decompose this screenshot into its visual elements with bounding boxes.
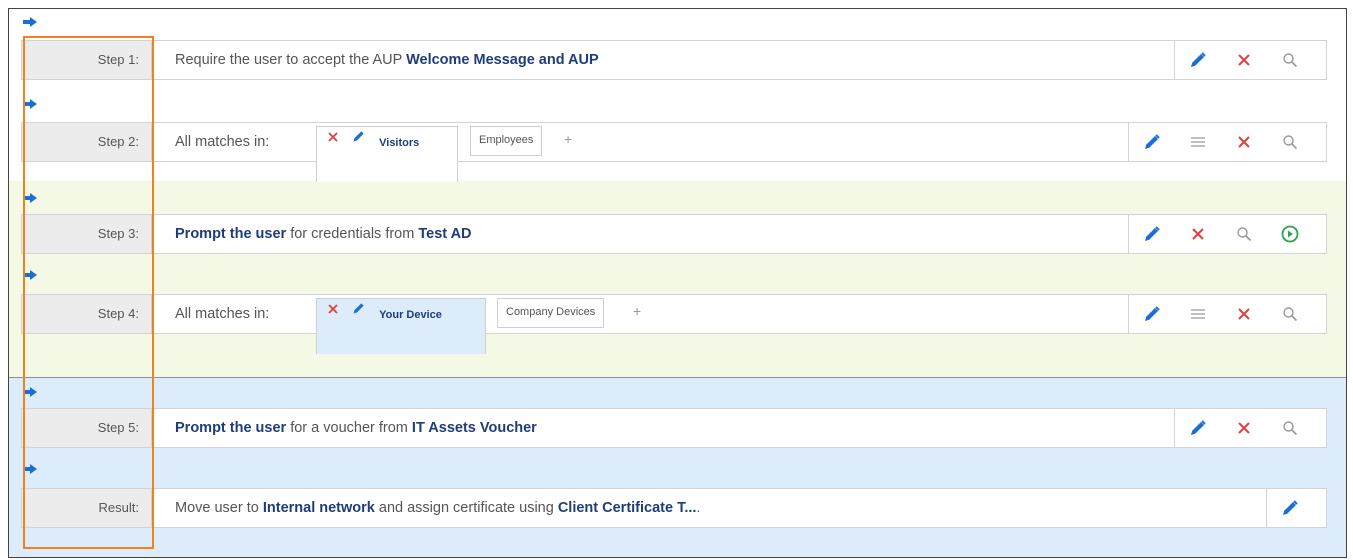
- reorder-icon[interactable]: [1175, 123, 1221, 161]
- edit-icon[interactable]: [352, 127, 366, 153]
- edit-icon[interactable]: [1129, 215, 1175, 253]
- add-tab-button[interactable]: +: [564, 126, 572, 152]
- edit-icon[interactable]: [1175, 409, 1221, 447]
- workflow-editor: Step 1: Require the user to accept the A…: [8, 8, 1347, 558]
- result-text: and assign certificate using: [378, 500, 554, 516]
- edit-icon[interactable]: [352, 299, 366, 325]
- tab-label: Company Devices: [506, 306, 596, 318]
- step-label: Step 2:: [22, 123, 152, 161]
- green-zone: [9, 181, 1346, 378]
- tab-label: Employees: [479, 134, 534, 146]
- delete-icon[interactable]: [1221, 295, 1267, 333]
- delete-icon[interactable]: [1221, 123, 1267, 161]
- insert-arrow-icon[interactable]: [23, 99, 37, 109]
- step-label: Step 5:: [22, 409, 152, 447]
- step-actions: [1128, 123, 1313, 161]
- step-description: Require the user to accept the AUP Welco…: [175, 41, 599, 79]
- step-actions: [1128, 295, 1313, 333]
- tab-your-device[interactable]: Your Device: [316, 298, 486, 354]
- prompt-text: Prompt the user: [175, 420, 287, 436]
- result-text: Move user to: [175, 500, 259, 516]
- reorder-icon[interactable]: [1175, 295, 1221, 333]
- play-circle-icon[interactable]: [1267, 215, 1313, 253]
- step-text: Require the user to accept the AUP: [175, 52, 403, 68]
- tab-label: Your Device: [379, 309, 442, 322]
- add-tab-button[interactable]: +: [633, 298, 641, 324]
- search-icon[interactable]: [1267, 409, 1313, 447]
- delete-icon[interactable]: [1221, 409, 1267, 447]
- edit-icon[interactable]: [1267, 489, 1313, 527]
- insert-arrow-icon[interactable]: [23, 387, 37, 397]
- delete-icon[interactable]: [327, 127, 339, 153]
- step-actions: [1174, 409, 1313, 447]
- step-text: All matches in:: [175, 134, 270, 150]
- tab-employees[interactable]: Employees: [470, 126, 543, 156]
- delete-icon[interactable]: [1175, 215, 1221, 253]
- result-label: Result:: [22, 489, 152, 527]
- step-label: Step 4:: [22, 295, 152, 333]
- result-description: Move user to Internal network and assign…: [175, 489, 700, 527]
- aup-link[interactable]: Welcome Message and AUP: [406, 52, 599, 68]
- edit-icon[interactable]: [1129, 295, 1175, 333]
- result-suffix: .: [696, 500, 701, 516]
- step-description: All matches in:: [175, 295, 269, 333]
- test-ad-link[interactable]: Test AD: [418, 226, 471, 242]
- workflow-result: Result: Move user to Internal network an…: [21, 488, 1327, 528]
- workflow-step-4: Step 4: All matches in: Your Device Comp…: [21, 294, 1327, 354]
- insert-arrow-icon[interactable]: [23, 270, 37, 280]
- voucher-link[interactable]: IT Assets Voucher: [412, 420, 537, 436]
- delete-icon[interactable]: [327, 299, 339, 325]
- step-actions: [1128, 215, 1313, 253]
- edit-icon[interactable]: [1129, 123, 1175, 161]
- search-icon[interactable]: [1267, 295, 1313, 333]
- result-actions: [1266, 489, 1313, 527]
- insert-arrow-icon[interactable]: [23, 193, 37, 203]
- step-text: All matches in:: [175, 306, 270, 322]
- workflow-step-5: Step 5: Prompt the user for a voucher fr…: [21, 408, 1327, 448]
- workflow-step-3: Step 3: Prompt the user for credentials …: [21, 214, 1327, 254]
- tab-visitors[interactable]: Visitors: [316, 126, 458, 182]
- step-actions: [1174, 41, 1313, 79]
- step-label: Step 1:: [22, 41, 152, 79]
- edit-icon[interactable]: [1175, 41, 1221, 79]
- step-description: All matches in:: [175, 123, 269, 161]
- step-description: Prompt the user for credentials from Tes…: [175, 215, 472, 253]
- delete-icon[interactable]: [1221, 41, 1267, 79]
- insert-arrow-icon[interactable]: [23, 464, 37, 474]
- search-icon[interactable]: [1267, 123, 1313, 161]
- step-text: for credentials from: [290, 226, 415, 242]
- certificate-link[interactable]: Client Certificate T...: [558, 500, 697, 516]
- workflow-step-2: Step 2: All matches in: Visitors Employe…: [21, 122, 1327, 182]
- step-description: Prompt the user for a voucher from IT As…: [175, 409, 537, 447]
- tab-company-devices[interactable]: Company Devices: [497, 298, 605, 328]
- step-text: for a voucher from: [290, 420, 408, 436]
- blue-zone: [9, 378, 1346, 557]
- tab-label: Visitors: [379, 137, 420, 150]
- network-link[interactable]: Internal network: [263, 500, 375, 516]
- search-icon[interactable]: [1221, 215, 1267, 253]
- prompt-text: Prompt the user: [175, 226, 287, 242]
- insert-arrow-icon[interactable]: [23, 17, 37, 27]
- workflow-step-1: Step 1: Require the user to accept the A…: [21, 40, 1327, 80]
- search-icon[interactable]: [1267, 41, 1313, 79]
- step-label: Step 3:: [22, 215, 152, 253]
